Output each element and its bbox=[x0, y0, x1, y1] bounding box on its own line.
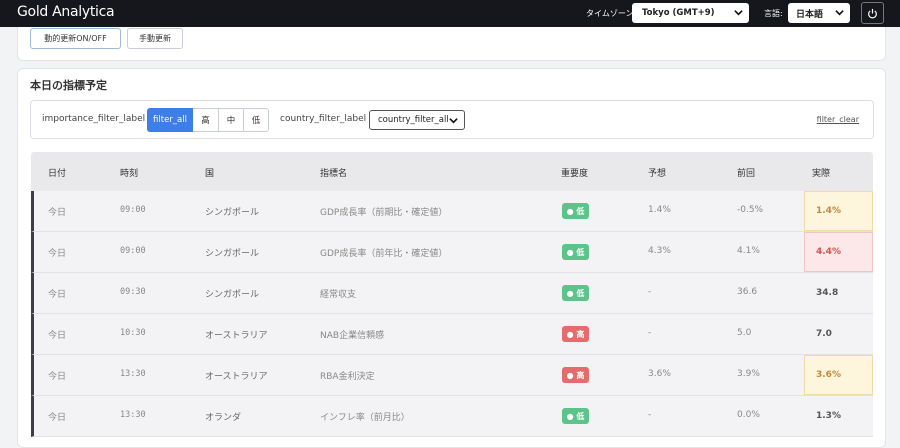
header-country: 国 bbox=[205, 169, 215, 179]
cell-previous: 5.0 bbox=[737, 328, 752, 338]
cell-indicator: RBA金利決定 bbox=[320, 372, 375, 382]
importance-badge: ● 低 bbox=[562, 285, 589, 301]
cell-previous: 3.9% bbox=[737, 369, 760, 379]
chevron-down-icon bbox=[835, 10, 844, 16]
table-row[interactable]: 今日 10:30 オーストラリア NAB企業信頼感 ● 高 - 5.0 7.0 bbox=[31, 314, 873, 355]
language-label: 言語: bbox=[764, 9, 783, 18]
importance-badge: ● 低 bbox=[562, 244, 589, 260]
cell-time: 13:30 bbox=[120, 369, 146, 379]
cell-country: オーストラリア bbox=[205, 331, 268, 341]
cell-country: オランダ bbox=[205, 413, 242, 423]
actual-value: 34.8 bbox=[816, 288, 839, 298]
timezone-value: Tokyo (GMT+9) bbox=[642, 8, 715, 18]
header-importance: 重要度 bbox=[561, 169, 589, 179]
table-row[interactable]: 今日 09:30 シンガポール 経常収支 ● 低 - 36.6 34.8 bbox=[31, 273, 873, 314]
cell-actual: 1.3% bbox=[804, 396, 873, 436]
manual-update-button[interactable]: 手動更新 bbox=[127, 28, 183, 49]
cell-forecast: 3.6% bbox=[648, 369, 671, 379]
cell-forecast: 1.4% bbox=[648, 205, 671, 215]
country-filter-select[interactable]: country_filter_all bbox=[369, 110, 465, 130]
logout-button[interactable] bbox=[861, 2, 884, 24]
actual-value: 4.4% bbox=[816, 247, 841, 257]
cell-time: 09:30 bbox=[120, 287, 146, 297]
cell-time: 13:30 bbox=[120, 410, 146, 420]
cell-previous: 36.6 bbox=[737, 287, 758, 297]
cell-previous: 4.1% bbox=[737, 246, 760, 256]
header-time: 時刻 bbox=[120, 169, 139, 179]
cell-country: シンガポール bbox=[205, 249, 260, 259]
cell-country: シンガポール bbox=[205, 208, 260, 218]
cell-forecast: - bbox=[648, 410, 652, 420]
filter-clear-link[interactable]: filter_clear bbox=[817, 115, 859, 124]
filter-bar: importance_filter_label filter_all 高 中 低… bbox=[30, 100, 874, 139]
cell-date: 今日 bbox=[48, 249, 67, 259]
header-date: 日付 bbox=[48, 169, 67, 179]
cell-country: オーストラリア bbox=[205, 372, 268, 382]
header-actual: 実際 bbox=[812, 169, 831, 179]
header-indicator: 指標名 bbox=[320, 169, 348, 179]
language-select[interactable]: 日本語 bbox=[788, 3, 850, 23]
cell-actual: 3.6% bbox=[804, 355, 873, 395]
section-title: 本日の指標予定 bbox=[30, 79, 107, 92]
cell-previous: -0.5% bbox=[737, 205, 764, 215]
cell-indicator: GDP成長率（前期比・確定値） bbox=[320, 208, 448, 218]
auto-update-toggle-button[interactable]: 動的更新ON/OFF bbox=[30, 28, 121, 49]
cell-actual: 4.4% bbox=[804, 232, 873, 272]
table-row[interactable]: 今日 13:30 オーストラリア RBA金利決定 ● 高 3.6% 3.9% 3… bbox=[31, 355, 873, 396]
table-row[interactable]: 今日 09:00 シンガポール GDP成長率（前年比・確定値） ● 低 4.3%… bbox=[31, 232, 873, 273]
top-navbar: Gold Analytica タイムゾーン: Tokyo (GMT+9) 言語:… bbox=[0, 0, 900, 27]
header-forecast: 予想 bbox=[648, 169, 667, 179]
importance-badge: ● 低 bbox=[562, 408, 589, 424]
importance-filter-low[interactable]: 低 bbox=[244, 108, 269, 132]
importance-badge: ● 高 bbox=[562, 326, 589, 342]
brand-logo[interactable]: Gold Analytica bbox=[17, 4, 115, 20]
cell-date: 今日 bbox=[48, 331, 67, 341]
actual-value: 7.0 bbox=[816, 329, 832, 339]
actual-value: 1.3% bbox=[816, 411, 841, 421]
cell-country: シンガポール bbox=[205, 290, 260, 300]
cell-forecast: - bbox=[648, 287, 652, 297]
importance-filter-label: importance_filter_label bbox=[42, 114, 146, 124]
cell-indicator: インフレ率（前月比） bbox=[320, 413, 410, 423]
chevron-down-icon bbox=[449, 118, 458, 124]
cell-time: 09:00 bbox=[120, 205, 146, 215]
language-value: 日本語 bbox=[796, 9, 824, 20]
chevron-down-icon bbox=[734, 10, 743, 16]
cell-actual: 34.8 bbox=[804, 273, 873, 313]
table-header: 日付 時刻 国 指標名 重要度 予想 前回 実際 bbox=[31, 152, 873, 191]
country-filter-label: country_filter_label bbox=[280, 114, 367, 124]
cell-indicator: NAB企業信頼感 bbox=[320, 331, 385, 341]
cell-actual: 7.0 bbox=[804, 314, 873, 354]
cell-actual: 1.4% bbox=[804, 191, 873, 231]
importance-filter-high[interactable]: 高 bbox=[193, 108, 219, 132]
timezone-select[interactable]: Tokyo (GMT+9) bbox=[632, 3, 749, 23]
cell-previous: 0.0% bbox=[737, 410, 760, 420]
cell-indicator: GDP成長率（前年比・確定値） bbox=[320, 249, 448, 259]
cell-forecast: - bbox=[648, 328, 652, 338]
importance-filter-medium[interactable]: 中 bbox=[219, 108, 244, 132]
actual-value: 3.6% bbox=[816, 370, 841, 380]
cell-time: 09:00 bbox=[120, 246, 146, 256]
actual-value: 1.4% bbox=[816, 206, 841, 216]
update-controls-card: 動的更新ON/OFF 手動更新 bbox=[17, 27, 886, 61]
schedule-card: 本日の指標予定 importance_filter_label filter_a… bbox=[17, 68, 886, 448]
header-previous: 前回 bbox=[737, 169, 756, 179]
importance-filter-all[interactable]: filter_all bbox=[147, 108, 193, 132]
timezone-label: タイムゾーン: bbox=[586, 9, 637, 18]
cell-date: 今日 bbox=[48, 290, 67, 300]
importance-filter-group: filter_all 高 中 低 bbox=[147, 108, 269, 132]
country-filter-value: country_filter_all bbox=[378, 115, 449, 125]
cell-date: 今日 bbox=[48, 413, 67, 423]
table-row[interactable]: 今日 09:00 シンガポール GDP成長率（前期比・確定値） ● 低 1.4%… bbox=[31, 191, 873, 232]
cell-forecast: 4.3% bbox=[648, 246, 671, 256]
cell-indicator: 経常収支 bbox=[320, 290, 357, 300]
cell-time: 10:30 bbox=[120, 328, 146, 338]
cell-date: 今日 bbox=[48, 208, 67, 218]
cell-date: 今日 bbox=[48, 372, 67, 382]
importance-badge: ● 高 bbox=[562, 367, 589, 383]
importance-badge: ● 低 bbox=[562, 203, 589, 219]
power-icon bbox=[868, 8, 877, 18]
